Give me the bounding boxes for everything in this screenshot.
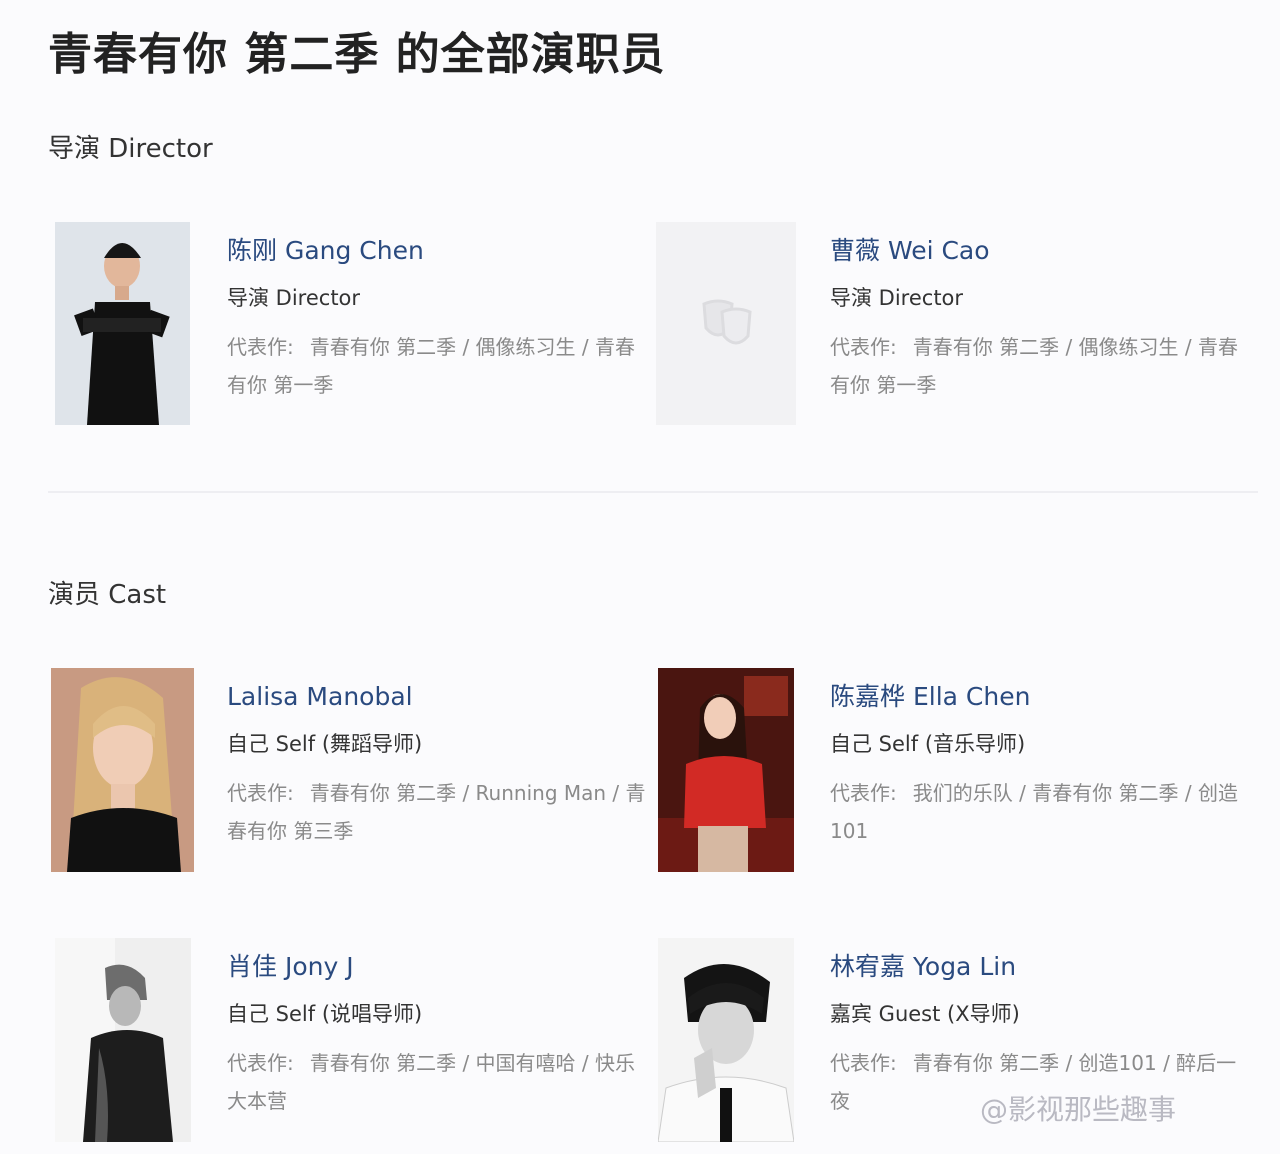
- person-name[interactable]: Lalisa Manobal: [227, 680, 647, 714]
- person-role: 自己 Self (音乐导师): [830, 732, 1026, 756]
- person-works: 代表作: 青春有你 第二季 / Running Man / 青春有你 第三季: [227, 774, 647, 850]
- person-photo[interactable]: [51, 668, 194, 872]
- person-works: 代表作: 青春有你 第二季 / 中国有嘻哈 / 快乐大本营: [227, 1044, 647, 1120]
- works-label: 代表作:: [227, 1051, 294, 1075]
- person-works: 代表作: 青春有你 第二季 / 偶像练习生 / 青春有你 第一季: [830, 328, 1250, 404]
- person-name[interactable]: 陈嘉桦 Ella Chen: [830, 680, 1250, 714]
- person-name[interactable]: 肖佳 Jony J: [227, 950, 647, 984]
- person-role: 嘉宾 Guest (X导师): [830, 1002, 1020, 1026]
- person-works: 代表作: 青春有你 第二季 / 偶像练习生 / 青春有你 第一季: [227, 328, 647, 404]
- works-label: 代表作:: [830, 781, 897, 805]
- theater-masks-icon: [656, 222, 796, 425]
- page-title: 青春有你 第二季 的全部演职员: [48, 29, 666, 80]
- person-card-gang-chen: 陈刚 Gang Chen 导演 Director 代表作: 青春有你 第二季 / …: [55, 222, 655, 426]
- person-role: 导演 Director: [227, 286, 361, 310]
- person-photo[interactable]: [55, 938, 191, 1142]
- person-card-jony-j: 肖佳 Jony J 自己 Self (说唱导师) 代表作: 青春有你 第二季 / …: [55, 938, 655, 1142]
- section-divider: [48, 491, 1258, 493]
- person-card-lalisa-manobal: Lalisa Manobal 自己 Self (舞蹈导师) 代表作: 青春有你 第…: [51, 668, 651, 872]
- person-role: 自己 Self (舞蹈导师): [227, 732, 423, 756]
- person-works: 代表作: 我们的乐队 / 青春有你 第二季 / 创造101: [830, 774, 1250, 850]
- person-photo-placeholder[interactable]: [656, 222, 796, 425]
- works-label: 代表作:: [830, 335, 897, 359]
- section-title-cast: 演员 Cast: [48, 580, 167, 610]
- watermark: @影视那些趣事: [980, 1093, 1177, 1126]
- person-role: 自己 Self (说唱导师): [227, 1002, 423, 1026]
- person-card-ella-chen: 陈嘉桦 Ella Chen 自己 Self (音乐导师) 代表作: 我们的乐队 /…: [658, 668, 1258, 872]
- works-label: 代表作:: [830, 1051, 897, 1075]
- person-photo[interactable]: [55, 222, 190, 425]
- person-name[interactable]: 陈刚 Gang Chen: [227, 234, 647, 268]
- person-name[interactable]: 林宥嘉 Yoga Lin: [830, 950, 1250, 984]
- person-role: 导演 Director: [830, 286, 964, 310]
- person-photo[interactable]: [658, 668, 794, 872]
- person-name[interactable]: 曹薇 Wei Cao: [830, 234, 1250, 268]
- section-title-director: 导演 Director: [48, 134, 213, 164]
- works-label: 代表作:: [227, 781, 294, 805]
- person-photo[interactable]: [658, 938, 794, 1142]
- works-label: 代表作:: [227, 335, 294, 359]
- person-card-wei-cao: 曹薇 Wei Cao 导演 Director 代表作: 青春有你 第二季 / 偶像…: [656, 222, 1256, 426]
